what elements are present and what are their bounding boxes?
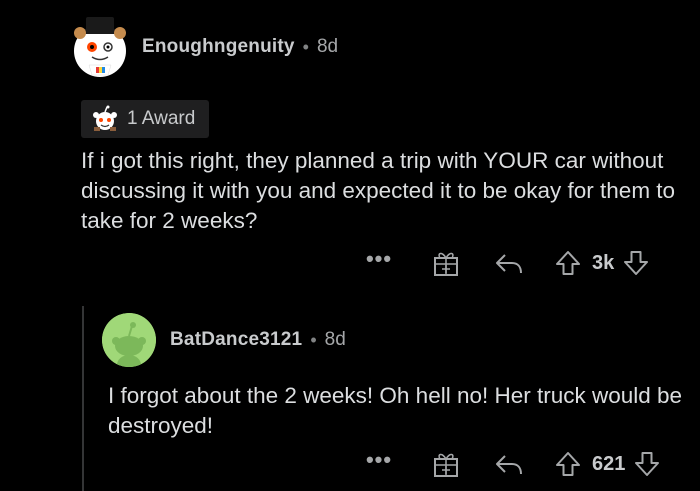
more-options-icon[interactable]: ••• bbox=[364, 248, 394, 270]
user-avatar[interactable] bbox=[102, 313, 156, 367]
comment-actions: ••• 3k bbox=[364, 243, 650, 283]
default-snoo-avatar-icon bbox=[102, 313, 156, 367]
username-meta: Enoughngenuity • 8d bbox=[142, 36, 338, 58]
more-options-icon[interactable]: ••• bbox=[364, 449, 394, 471]
snoo-avatar-with-hat-icon bbox=[74, 17, 126, 77]
gift-icon[interactable] bbox=[432, 450, 460, 478]
separator-dot: • bbox=[302, 36, 309, 57]
upvote-arrow-icon[interactable] bbox=[554, 249, 582, 277]
comment-body: If i got this right, they planned a trip… bbox=[81, 148, 676, 233]
award-badge[interactable]: 1 Award bbox=[81, 100, 210, 138]
comment-body: I forgot about the 2 weeks! Oh hell no! … bbox=[108, 383, 683, 438]
comment-actions: ••• 621 bbox=[364, 444, 661, 484]
user-avatar[interactable] bbox=[72, 15, 128, 79]
downvote-arrow-icon[interactable] bbox=[622, 249, 650, 277]
vote-score: 621 bbox=[592, 452, 626, 475]
timestamp: 8d bbox=[324, 329, 346, 350]
timestamp: 8d bbox=[316, 36, 339, 57]
upvote-arrow-icon[interactable] bbox=[554, 450, 582, 478]
gift-icon[interactable] bbox=[432, 249, 460, 277]
comment-thread: Enoughngenuity • 8d 1 Award If i got thi… bbox=[0, 0, 700, 491]
username-meta: BatDance3121 • 8d bbox=[170, 329, 346, 351]
username[interactable]: Enoughngenuity bbox=[142, 36, 295, 58]
vote-score: 3k bbox=[592, 251, 615, 274]
reply-icon[interactable] bbox=[494, 249, 524, 277]
comment-header: Enoughngenuity • 8d bbox=[72, 12, 338, 82]
username[interactable]: BatDance3121 bbox=[170, 329, 302, 351]
thread-line[interactable] bbox=[82, 306, 84, 491]
reply-header: BatDance3121 • 8d bbox=[102, 312, 346, 368]
award-snoo-icon bbox=[93, 105, 117, 131]
separator-dot: • bbox=[310, 329, 317, 350]
reply-icon[interactable] bbox=[494, 450, 524, 478]
downvote-arrow-icon[interactable] bbox=[633, 450, 661, 478]
award-label: 1 Award bbox=[127, 108, 196, 129]
